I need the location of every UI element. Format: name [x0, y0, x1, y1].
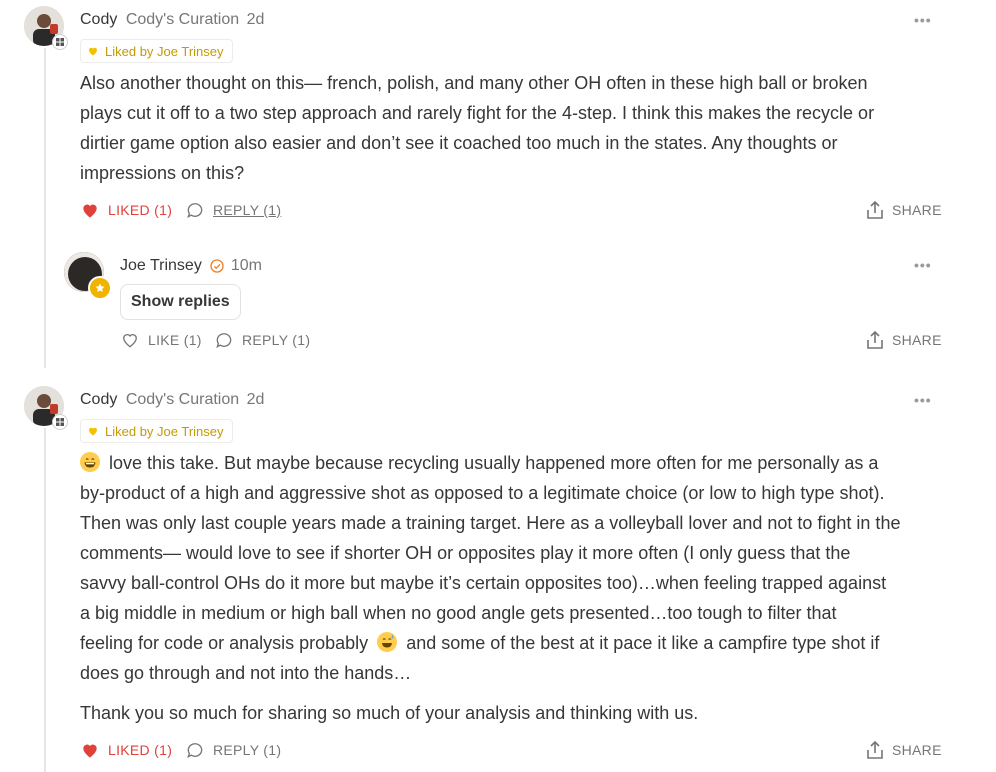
comment-line-text: feeling for code or analysis probably	[80, 633, 369, 653]
reply-button[interactable]: REPLY (1)	[185, 200, 281, 220]
thread-line	[44, 48, 46, 368]
comment-body: Also another thought on this— french, po…	[80, 68, 960, 188]
reply-button[interactable]: REPLY (1)	[185, 740, 281, 760]
comment-line: Also another thought on this— french, po…	[80, 73, 868, 93]
comment-line: love this take. But maybe because recycl…	[80, 448, 970, 478]
reply-button[interactable]: REPLY (1)	[214, 330, 310, 350]
reply-label: REPLY (1)	[242, 332, 311, 348]
comment-icon	[187, 203, 203, 219]
comment-line: comments— would love to see if shorter O…	[80, 543, 851, 563]
more-icon[interactable]: •••	[914, 257, 932, 273]
star-badge-icon	[88, 276, 112, 300]
sweat-smile-emoji	[377, 632, 398, 652]
author-name[interactable]: Joe Trinsey	[120, 257, 202, 275]
comment-line: by-product of a high and aggressive shot…	[80, 483, 885, 503]
author-name[interactable]: Cody	[80, 391, 117, 408]
comment-line: does go through and not into the hands…	[80, 663, 412, 683]
heart-icon	[89, 47, 97, 56]
comment-line: plays cut it off to a two step approach …	[80, 103, 875, 123]
heart-icon	[83, 744, 97, 758]
reply-label: REPLY (1)	[213, 202, 282, 218]
timestamp[interactable]: 2d	[247, 391, 265, 408]
comment-icon	[187, 743, 203, 759]
publication-name[interactable]: Cody's Curation	[126, 391, 239, 408]
comment-line: savvy ball-control OHs do it more but ma…	[80, 573, 887, 593]
liked-by-badge: Liked by Joe Trinsey	[80, 39, 233, 63]
more-icon[interactable]: •••	[914, 12, 932, 28]
comment-line-text: love this take. But maybe because recycl…	[104, 453, 879, 473]
comment-closing: Thank you so much for sharing so much of…	[80, 703, 699, 723]
like-button[interactable]: LIKE (1)	[120, 330, 202, 350]
timestamp[interactable]: 10m	[231, 257, 262, 275]
share-label: SHARE	[892, 202, 942, 218]
more-icon[interactable]: •••	[914, 392, 932, 408]
comment-line: Then was only last couple years made a t…	[80, 513, 901, 533]
like-label: LIKE (1)	[148, 332, 202, 348]
liked-by-text: Liked by Joe Trinsey	[105, 423, 224, 439]
share-button[interactable]: SHARE	[866, 200, 942, 220]
timestamp[interactable]: 2d	[247, 11, 265, 28]
author-name[interactable]: Cody	[80, 11, 117, 28]
share-label: SHARE	[892, 332, 942, 348]
liked-by-badge: Liked by Joe Trinsey	[80, 419, 233, 443]
share-icon	[867, 740, 883, 759]
like-button[interactable]: LIKED (1)	[80, 740, 172, 760]
comment-line: feeling for code or analysis probably an…	[80, 628, 970, 658]
share-button[interactable]: SHARE	[866, 740, 942, 760]
share-button[interactable]: SHARE	[866, 330, 942, 350]
heart-icon	[89, 427, 97, 436]
share-icon	[867, 330, 883, 349]
like-label: LIKED (1)	[108, 202, 173, 218]
like-button[interactable]: LIKED (1)	[80, 200, 172, 220]
publication-badge-icon	[52, 34, 68, 50]
publication-name[interactable]: Cody's Curation	[126, 11, 239, 28]
thread-line	[44, 428, 46, 772]
heart-icon	[123, 334, 137, 348]
comment-body: love this take. But maybe because recycl…	[80, 448, 970, 728]
comment-line: dirtier game option also easier and don’…	[80, 133, 838, 153]
heart-icon	[83, 204, 97, 218]
comment-icon	[216, 333, 232, 349]
share-icon	[867, 200, 883, 219]
share-label: SHARE	[892, 742, 942, 758]
reply-label: REPLY (1)	[213, 742, 282, 758]
publication-badge-icon	[52, 414, 68, 430]
comment-line-text: and some of the best at it pace it like …	[401, 633, 880, 653]
comment-line: a big middle in medium or high ball when…	[80, 603, 837, 623]
check-badge-icon	[210, 259, 224, 273]
liked-by-text: Liked by Joe Trinsey	[105, 43, 224, 59]
show-replies-button[interactable]: Show replies	[120, 284, 241, 320]
comment-line: impressions on this?	[80, 163, 245, 183]
like-label: LIKED (1)	[108, 742, 173, 758]
grin-emoji	[80, 452, 100, 472]
